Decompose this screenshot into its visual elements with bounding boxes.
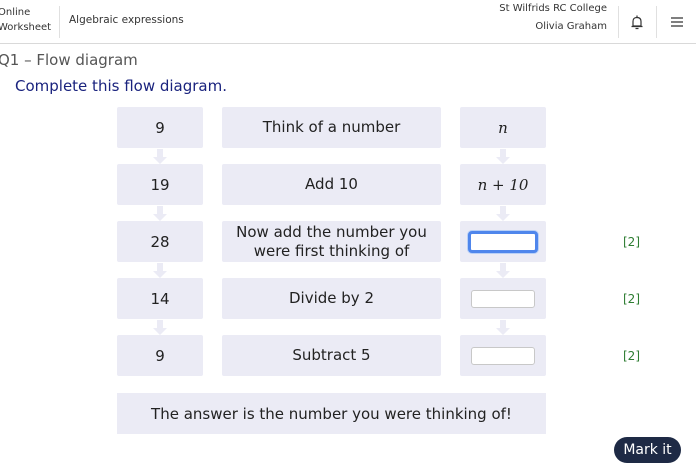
step-box: Add 10	[222, 164, 441, 205]
value-box: 14	[117, 278, 203, 319]
breadcrumb[interactable]: Algebraic expressions	[69, 14, 184, 26]
step-box: Subtract 5	[222, 335, 441, 376]
expression-box	[460, 335, 546, 376]
down-arrow-icon	[153, 263, 167, 278]
down-arrow-icon	[153, 149, 167, 164]
value-box: 9	[117, 107, 203, 148]
value-box: 28	[117, 221, 203, 262]
down-arrow-icon	[153, 206, 167, 221]
student-name: Olivia Graham	[535, 21, 607, 32]
value-box: 9	[117, 335, 203, 376]
step-box: Divide by 2	[222, 278, 441, 319]
step-box: Think of a number	[222, 107, 441, 148]
marks-label: [2]	[623, 349, 640, 363]
expression-box	[460, 221, 546, 262]
answer-input[interactable]	[471, 289, 535, 308]
brand-line2: Worksheet	[0, 22, 52, 33]
mark-it-button[interactable]: Mark it	[614, 437, 681, 463]
down-arrow-icon	[496, 263, 510, 278]
expression-text: n	[498, 118, 508, 137]
brand[interactable]: Online Worksheet	[0, 5, 51, 35]
app-header: Online Worksheet Algebraic expressions S…	[0, 0, 696, 44]
notifications-button[interactable]	[618, 0, 656, 43]
menu-icon	[671, 16, 683, 27]
bell-icon	[631, 15, 643, 29]
expression-box: n	[460, 107, 546, 148]
menu-button[interactable]	[658, 0, 696, 43]
header-divider	[656, 6, 657, 38]
step-box: Now add the number you were first thinki…	[222, 221, 441, 262]
down-arrow-icon	[496, 149, 510, 164]
expression-text: n + 10	[477, 175, 529, 194]
header-divider	[59, 6, 60, 38]
marks-label: [2]	[623, 235, 640, 249]
answer-input[interactable]	[468, 230, 538, 253]
brand-line1: Online	[0, 7, 31, 18]
answer-input[interactable]	[471, 346, 535, 365]
down-arrow-icon	[496, 320, 510, 335]
expression-box: n + 10	[460, 164, 546, 205]
expression-box	[460, 278, 546, 319]
value-box: 19	[117, 164, 203, 205]
down-arrow-icon	[153, 320, 167, 335]
down-arrow-icon	[496, 206, 510, 221]
question-instruction: Complete this flow diagram.	[15, 77, 227, 95]
question-title: Q1 – Flow diagram	[0, 51, 138, 69]
final-statement: The answer is the number you were thinki…	[117, 393, 546, 434]
marks-label: [2]	[623, 292, 640, 306]
school-name: St Wilfrids RC College	[499, 3, 607, 14]
